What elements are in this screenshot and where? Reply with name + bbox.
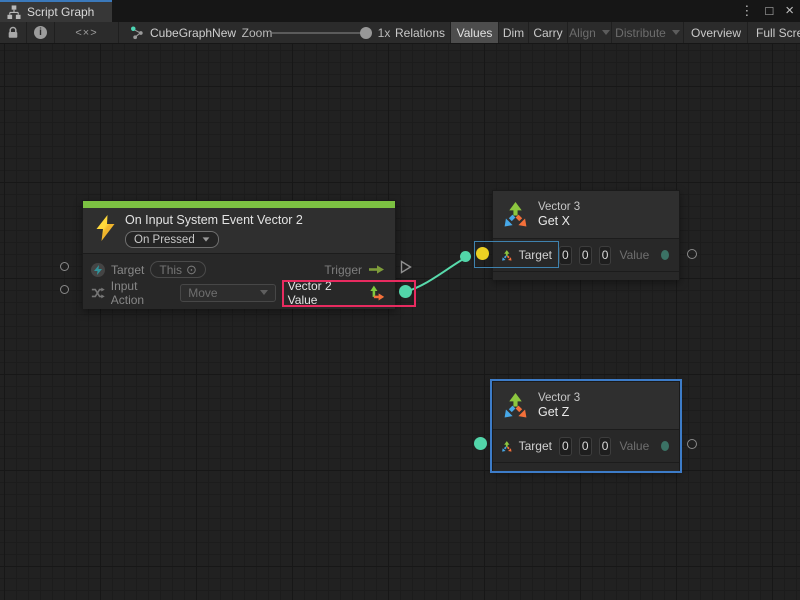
y-input[interactable]: 0 (579, 246, 592, 265)
event-input-action-row: Input Action Move Vector 2 Value (83, 281, 395, 304)
graph-toolbar: i <×> CubeGraphNew Zoom 1x Relations Val… (0, 22, 800, 44)
input-action-icon (91, 286, 105, 300)
graph-asset-icon (128, 22, 146, 43)
wire-endpoint-dot (460, 251, 471, 262)
x-input[interactable]: 0 (559, 246, 572, 265)
lightning-icon (95, 215, 116, 241)
chevron-down-icon (602, 30, 610, 35)
info-button[interactable]: i (27, 22, 54, 43)
relations-button[interactable]: Relations (390, 22, 450, 43)
z-input[interactable]: 0 (599, 246, 612, 265)
event-mode-dropdown[interactable]: On Pressed (125, 231, 219, 248)
graph-canvas[interactable]: On Input System Event Vector 2 On Presse… (0, 44, 800, 600)
node-category: Vector 3 (538, 391, 580, 405)
get-x-target-port[interactable] (476, 247, 489, 260)
node-category: Vector 3 (538, 200, 580, 214)
script-graph-icon (7, 5, 21, 19)
dim-button[interactable]: Dim (499, 22, 528, 43)
lock-button[interactable] (0, 22, 26, 43)
y-input[interactable]: 0 (579, 437, 592, 456)
vector3-icon (501, 248, 513, 263)
value-port-dimmed (661, 250, 669, 260)
distribute-button[interactable]: Distribute (612, 22, 683, 43)
chevron-down-icon (202, 237, 209, 241)
target-value-field[interactable]: This ⊙ (150, 261, 206, 278)
maximize-icon[interactable]: □ (765, 0, 773, 22)
vector2-value-label: Vector 2 Value (288, 279, 364, 307)
zoom-label: Zoom (242, 22, 272, 43)
vector2-icon (369, 285, 385, 301)
get-z-target-port[interactable] (474, 437, 487, 450)
lock-icon (7, 26, 19, 39)
event-accent-bar (83, 201, 395, 208)
chevron-down-icon (260, 290, 268, 295)
code-icon: <×> (75, 27, 97, 39)
vector3-icon (501, 439, 513, 454)
code-view-button[interactable]: <×> (55, 22, 118, 43)
node-vector3-get-z[interactable]: Vector 3 Get Z Target 0 0 0 Value (492, 381, 680, 471)
node-title: Get X (538, 214, 580, 229)
x-input[interactable]: 0 (559, 437, 572, 456)
trigger-arrow-icon (368, 264, 385, 275)
node-title: Get Z (538, 405, 580, 420)
node-on-input-system-event-vector2[interactable]: On Input System Event Vector 2 On Presse… (82, 200, 396, 309)
full-screen-button[interactable]: Full Screen (748, 22, 800, 43)
event-input-port-2[interactable] (60, 285, 69, 294)
vector3-icon (502, 392, 529, 419)
tab-title: Script Graph (27, 5, 94, 19)
graph-name[interactable]: CubeGraphNew (150, 22, 240, 43)
chevron-down-icon (672, 30, 680, 35)
input-action-dropdown[interactable]: Move (180, 284, 275, 302)
vector3-icon (502, 201, 529, 228)
get-x-value-port[interactable] (687, 249, 697, 259)
get-z-target-row: Target 0 0 0 Value (493, 429, 679, 462)
values-button[interactable]: Values (451, 22, 498, 43)
z-input[interactable]: 0 (599, 437, 612, 456)
info-icon: i (34, 26, 47, 39)
get-x-target-row: Target 0 0 0 Value (493, 238, 679, 271)
zoom-slider-handle[interactable] (360, 27, 372, 39)
zoom-slider-track[interactable] (272, 32, 368, 34)
connection-wire (0, 44, 800, 600)
node-vector3-get-x[interactable]: Vector 3 Get X Target 0 0 0 Value (492, 190, 680, 280)
window-tab-bar: Script Graph ⋮ □ × (0, 0, 800, 22)
trigger-label: Trigger (324, 263, 362, 277)
target-symbol-icon: ⊙ (186, 262, 197, 278)
event-input-port-1[interactable] (60, 262, 69, 271)
node-title: On Input System Event Vector 2 (125, 213, 303, 228)
get-z-value-port[interactable] (687, 439, 697, 449)
carry-button[interactable]: Carry (529, 22, 567, 43)
trigger-exec-port[interactable] (400, 260, 412, 274)
overview-button[interactable]: Overview (685, 22, 747, 43)
align-button[interactable]: Align (568, 22, 611, 43)
vector2-output-port[interactable] (399, 285, 412, 298)
menu-icon[interactable]: ⋮ (740, 0, 753, 22)
event-target-icon (91, 263, 105, 277)
tab-script-graph[interactable]: Script Graph (0, 0, 112, 22)
value-port-dimmed (661, 441, 669, 451)
close-icon[interactable]: × (785, 0, 794, 22)
